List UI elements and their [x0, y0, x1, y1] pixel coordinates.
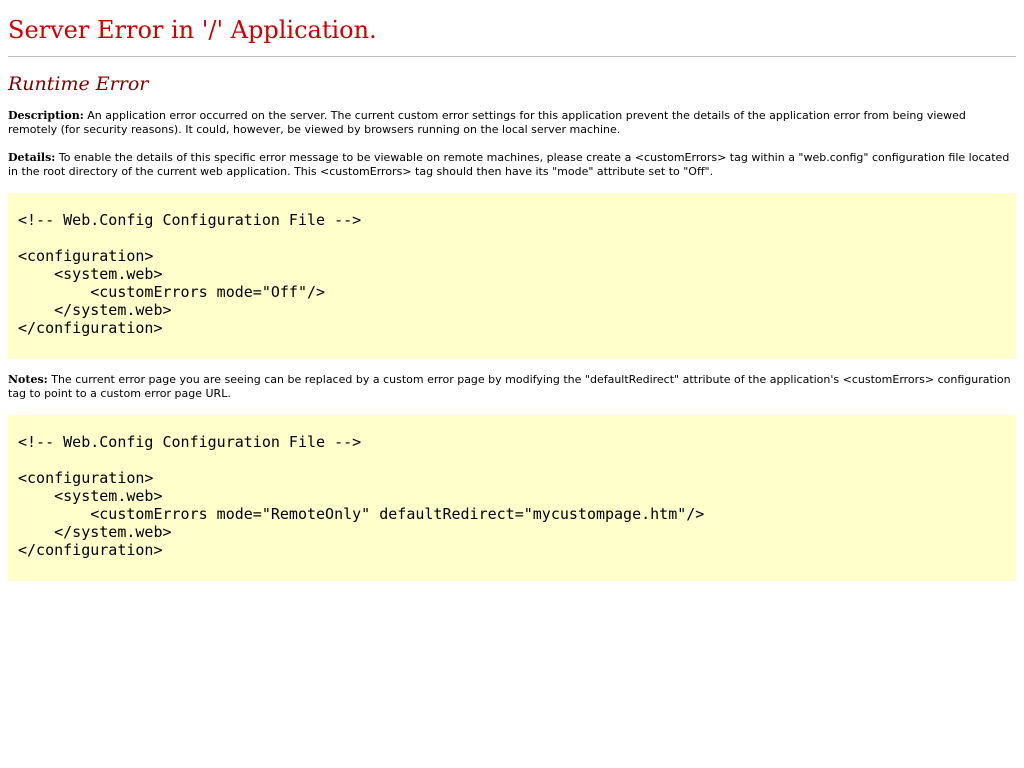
notes-label: Notes: [8, 373, 48, 386]
code-sample-remoteonly: <!-- Web.Config Configuration File --> <… [8, 415, 1016, 581]
details-paragraph: Details: To enable the details of this s… [8, 151, 1016, 179]
notes-text: The current error page you are seeing ca… [8, 373, 1011, 400]
notes-paragraph: Notes: The current error page you are se… [8, 373, 1016, 401]
description-label: Description: [8, 109, 84, 122]
description-paragraph: Description: An application error occurr… [8, 109, 1016, 137]
page-title: Server Error in '/' Application. [8, 16, 377, 44]
details-text: To enable the details of this specific e… [8, 151, 1010, 178]
title-divider [8, 56, 1016, 57]
description-text: An application error occurred on the ser… [8, 109, 966, 136]
error-type-heading: Runtime Error [8, 73, 149, 95]
code-sample-off: <!-- Web.Config Configuration File --> <… [8, 193, 1016, 359]
details-label: Details: [8, 151, 56, 164]
